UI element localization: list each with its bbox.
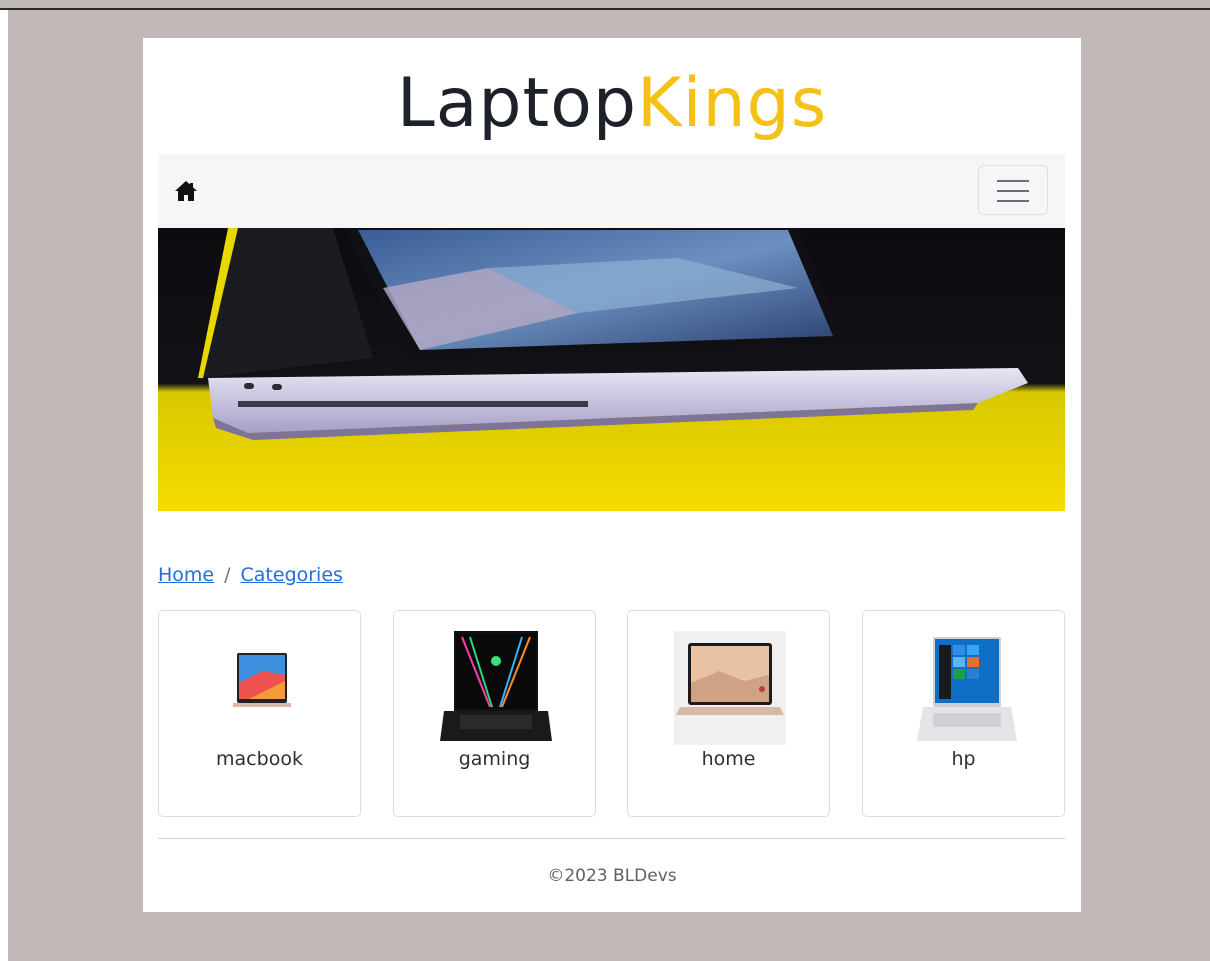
home-icon[interactable] <box>174 180 198 202</box>
site-logo[interactable]: LaptopKings <box>143 56 1081 152</box>
macbook-image <box>225 649 297 727</box>
category-card-gaming[interactable]: gaming <box>393 610 596 817</box>
breadcrumb-categories-link[interactable]: Categories <box>241 564 343 586</box>
gaming-laptop-image <box>440 631 552 741</box>
breadcrumb-separator: / <box>224 564 231 586</box>
logo-text-kings: Kings <box>636 64 828 143</box>
category-card-hp[interactable]: hp <box>862 610 1065 817</box>
breadcrumb-home-link[interactable]: Home <box>158 564 214 586</box>
category-label: macbook <box>216 748 303 770</box>
hp-laptop-image <box>917 637 1017 741</box>
category-grid: macbook gaming home hp <box>158 610 1065 818</box>
hamburger-menu-icon-bar <box>997 180 1029 182</box>
footer-copyright: ©2023 BLDevs <box>547 866 677 886</box>
breadcrumb: Home / Categories <box>158 560 343 590</box>
footer-divider <box>158 838 1065 839</box>
category-card-macbook[interactable]: macbook <box>158 610 361 817</box>
window-top-border <box>0 8 1210 10</box>
hero-banner-image <box>158 228 1065 511</box>
hamburger-menu-icon-bar <box>997 200 1029 202</box>
logo-text-laptop: Laptop <box>396 64 637 143</box>
navbar <box>158 154 1065 228</box>
category-label: gaming <box>458 748 531 770</box>
navbar-toggler-button[interactable] <box>978 165 1048 215</box>
page-container: LaptopKings Home / Categories macbook ga… <box>143 38 1081 912</box>
category-card-home[interactable]: home <box>627 610 830 817</box>
home-laptop-image <box>674 631 786 745</box>
category-label: hp <box>951 748 976 770</box>
left-edge-strip <box>0 10 8 961</box>
hamburger-menu-icon-bar <box>997 190 1029 192</box>
category-label: home <box>701 748 756 770</box>
